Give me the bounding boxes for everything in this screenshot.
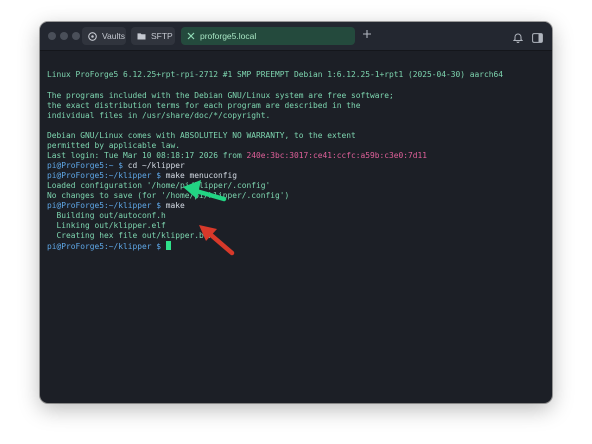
command-line-make: pi@ProForge5:~/klipper $ make	[47, 201, 185, 211]
programs-line-1: The programs included with the Debian GN…	[47, 91, 394, 100]
command-text: make menuconfig	[161, 171, 238, 180]
window-close-button[interactable]	[48, 32, 56, 40]
last-login-text: Last login: Tue Mar 10 08:18:17 2026 fro…	[47, 151, 247, 160]
last-login-ip: 240e:3bc:3017:ce41:ccfc:a59b:c3e0:7d11	[246, 151, 428, 160]
loaded-config-line: Loaded configuration '/home/pi/klipper/.…	[47, 181, 271, 190]
tab-label: Vaults	[102, 31, 125, 41]
programs-line-2: the exact distribution terms for each pr…	[47, 101, 361, 110]
shell-prompt: pi@ProForge5:~/klipper $	[47, 171, 162, 180]
banner-line: Linux ProForge5 6.12.25+rpt-rpi-2712 #1 …	[47, 70, 504, 79]
tab-sftp[interactable]: SFTP	[131, 27, 175, 45]
window-minimize-button[interactable]	[60, 32, 68, 40]
tab-vaults[interactable]: Vaults	[82, 27, 126, 45]
tab-label: SFTP	[151, 31, 173, 41]
programs-line-3: individual files in /usr/share/doc/*/cop…	[47, 111, 271, 120]
vault-icon	[88, 31, 97, 41]
build-output-linking: Linking out/klipper.elf	[47, 221, 166, 230]
text-cursor	[165, 241, 171, 250]
folder-icon	[137, 32, 146, 40]
new-tab-button[interactable]	[360, 28, 374, 42]
build-output-hex: Creating hex file out/klipper.bin	[47, 231, 214, 240]
terminal-output[interactable]: Linux ProForge5 6.12.25+rpt-rpi-2712 #1 …	[47, 51, 547, 396]
shell-prompt: pi@ProForge5:~/klipper $	[47, 201, 162, 210]
last-login-line: Last login: Tue Mar 10 08:18:17 2026 fro…	[47, 151, 427, 161]
bell-icon[interactable]	[512, 30, 524, 48]
close-icon[interactable]	[187, 32, 195, 40]
tab-proforge5-local[interactable]: proforge5.local	[181, 27, 355, 45]
build-output-autoconf: Building out/autoconf.h	[47, 211, 166, 220]
no-changes-line: No changes to save (for '/home/pi/klippe…	[47, 191, 290, 200]
window-zoom-button[interactable]	[72, 32, 80, 40]
command-text: cd ~/klipper	[123, 161, 185, 170]
tab-label: proforge5.local	[200, 31, 257, 41]
command-line-cd: pi@ProForge5:~ $ cd ~/klipper	[47, 161, 185, 171]
sidebar-toggle-icon[interactable]	[532, 30, 543, 48]
shell-prompt: pi@ProForge5:~ $	[47, 161, 124, 170]
command-text: make	[161, 201, 185, 210]
title-bar: Vaults SFTP proforge5.local	[40, 22, 552, 51]
warranty-line-1: Debian GNU/Linux comes with ABSOLUTELY N…	[47, 131, 356, 140]
terminal-window: Vaults SFTP proforge5.local Linux ProFor…	[40, 22, 552, 403]
warranty-line-2: permitted by applicable law.	[47, 141, 181, 150]
current-prompt-line[interactable]: pi@ProForge5:~/klipper $	[47, 241, 171, 251]
command-line-menuconfig: pi@ProForge5:~/klipper $ make menuconfig	[47, 171, 237, 181]
shell-prompt: pi@ProForge5:~/klipper $	[47, 242, 162, 251]
